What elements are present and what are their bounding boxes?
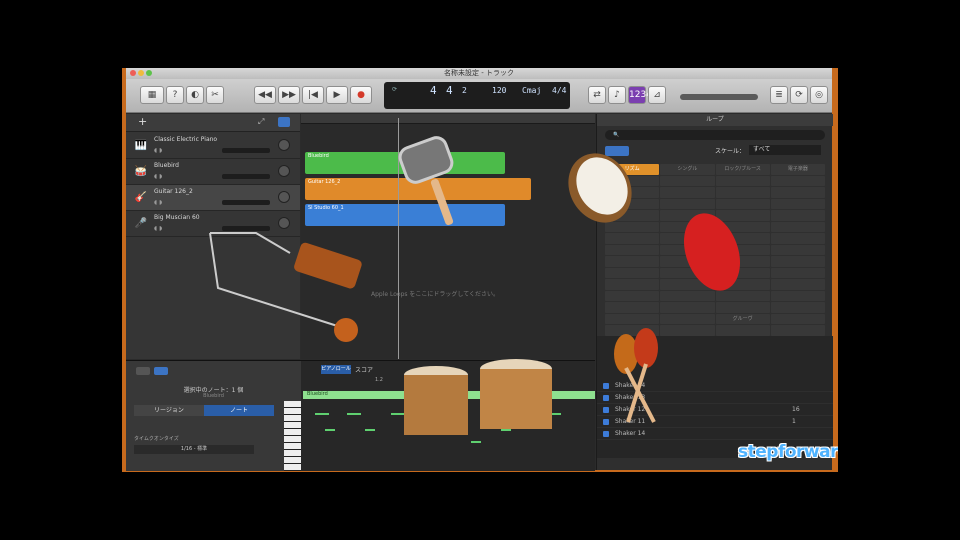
bongos-icon (404, 359, 552, 435)
percussion-overlay (209, 136, 741, 435)
egg-shaker-icon (683, 213, 741, 291)
vibraslap-icon (209, 232, 362, 342)
garageband-window: 名称未設定 - トラック ▦ ? ◐ ✂ ◀◀ ▶▶ |◀ ▶ ● ⟳ 4 4 … (126, 68, 838, 471)
tambourine-icon (568, 153, 632, 223)
cabasa-icon (398, 136, 454, 226)
video-frame: 名称未設定 - トラック ▦ ? ◐ ✂ ◀◀ ▶▶ |◀ ▶ ● ⟳ 4 4 … (122, 68, 838, 472)
brand-logo: stepforwards (738, 442, 838, 462)
maracas-icon (614, 328, 658, 423)
